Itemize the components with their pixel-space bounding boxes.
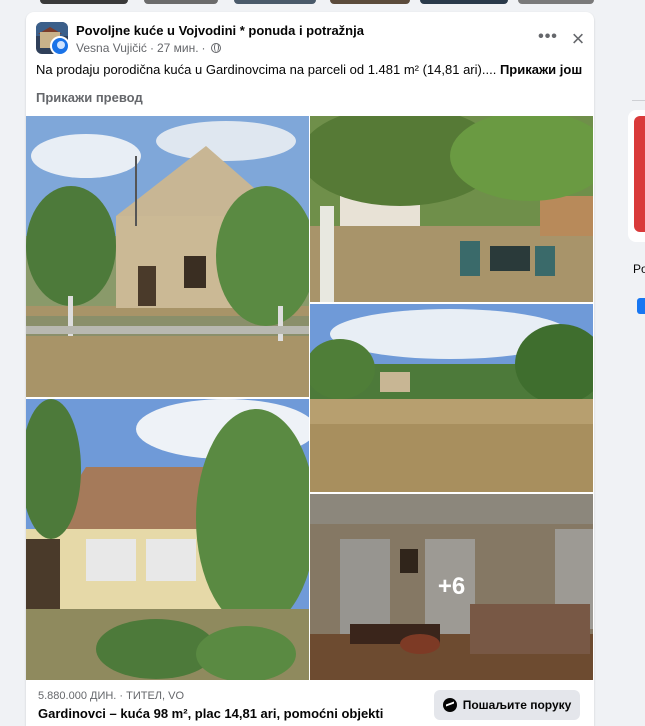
send-message-button[interactable]: Пошаљите поруку [434,690,580,720]
post-photo[interactable] [26,116,309,397]
post-time-link[interactable]: 27 мин. [157,41,199,55]
see-more-link[interactable]: Прикажи још [500,62,582,77]
see-translation-link[interactable]: Прикажи превод [36,90,143,105]
story-thumb[interactable] [234,0,316,4]
story-thumb[interactable] [330,0,410,4]
more-options-icon[interactable]: ••• [536,28,560,52]
photo-house-side [26,399,309,680]
messenger-icon [442,698,457,712]
photo-yard [310,116,593,302]
right-sidebar [628,0,645,726]
post-header: Povoljne kuće u Vojvodini * ponuda i pot… [36,22,584,56]
gift-icon[interactable] [637,298,645,314]
meta-separator: · [201,41,206,55]
send-message-label: Пошаљите поруку [462,698,572,712]
close-icon[interactable]: × [566,28,590,52]
meta-separator: · [149,41,154,55]
photo-house-front [26,116,309,397]
globe-icon [210,43,221,53]
post-photo[interactable] [310,304,593,492]
post-meta: Vesna Vujičić · 27 мин. · [76,41,221,55]
author-name-link[interactable]: Vesna Vujičić [76,41,147,55]
right-sidebar-label: Po [633,262,645,276]
group-name-link[interactable]: Povoljne kuće u Vojvodini * ponuda i pot… [76,23,364,38]
more-photos-count[interactable]: +6 [310,494,593,680]
sponsored-image[interactable] [634,116,645,232]
post-photo[interactable] [26,399,309,680]
post-photo[interactable] [310,116,593,302]
listing-title[interactable]: Gardinovci – kuća 98 m², plac 14,81 ari,… [38,706,383,721]
right-sidebar-divider [632,100,645,101]
post-text: Na prodaju porodična kuća u Gardinovcima… [36,62,584,77]
post-photo-more[interactable]: +6 [310,494,593,680]
feed-post: Povoljne kuće u Vojvodini * ponuda i pot… [26,12,594,726]
author-avatar[interactable] [50,36,70,56]
photo-field [310,304,593,492]
top-strip [0,0,645,8]
story-thumb[interactable] [40,0,128,4]
story-thumb[interactable] [518,0,594,4]
story-thumb[interactable] [420,0,508,4]
listing-price-location: 5.880.000 ДИН. · ТИТЕЛ, VO [38,690,185,702]
post-body: Na prodaju porodična kuća u Gardinovcima… [36,62,497,77]
story-thumb[interactable] [144,0,218,4]
